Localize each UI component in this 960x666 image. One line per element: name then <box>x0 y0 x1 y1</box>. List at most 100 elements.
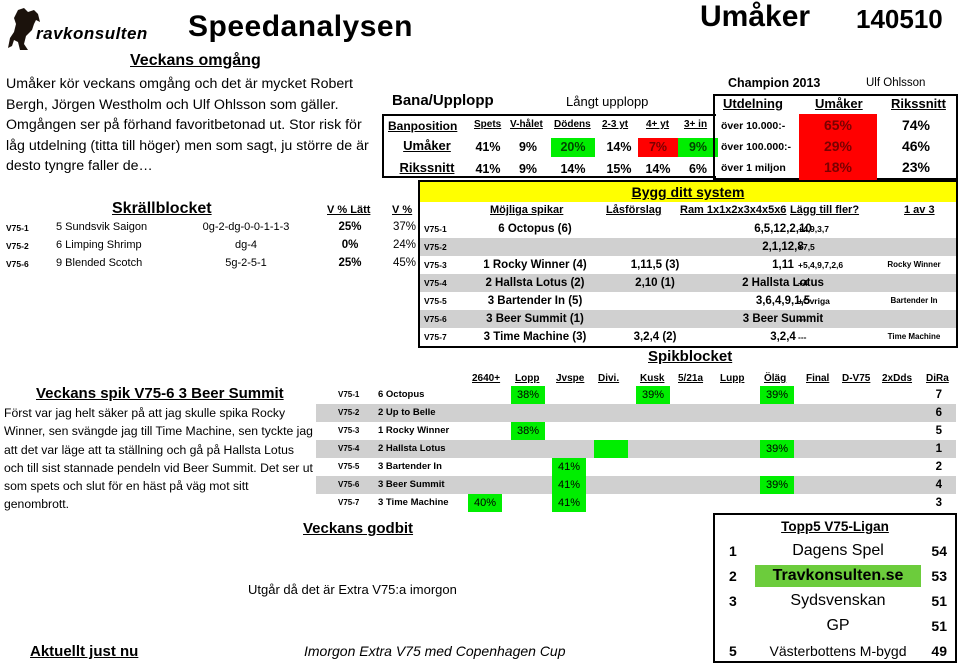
horse-name: 9 Blended Scotch <box>56 257 143 269</box>
row-label-track: Umåker <box>403 138 451 153</box>
league-points: 51 <box>931 618 947 634</box>
horse-name: 2 Hallsta Lotus <box>378 443 446 454</box>
frame-selection: 6,5,12,2,10 <box>754 223 812 235</box>
system-row: V75-1 6 Octopus (6) 6,5,12,2,10 +4,9,3,7 <box>420 220 956 238</box>
col-header: 3+ in <box>684 119 708 130</box>
lock-suggestion: 1,11,5 (3) <box>630 259 680 271</box>
add-more: +7,5 <box>798 242 815 252</box>
race-id: V75-3 <box>424 260 447 270</box>
league-position: 2 <box>729 568 737 584</box>
vlatt-header: V % Lätt <box>327 204 371 216</box>
league-row: 2 Travkonsulten.se 53 <box>715 564 955 588</box>
track-header: Umåker <box>815 96 863 111</box>
league-name: GP <box>826 617 850 634</box>
league-points: 53 <box>931 568 947 584</box>
national-header: Rikssnitt <box>891 96 946 111</box>
national-value: 6% <box>688 162 708 176</box>
horse-name: 6 Limping Shrimp <box>56 239 142 251</box>
skrall-row: V75-2 6 Limping Shrimp dg-4 0% 24% <box>0 239 420 257</box>
bana-label: Bana/Upplopp <box>392 92 494 109</box>
banposition-table: Banposition Spets V-hålet Dödens 2-3 yt … <box>382 114 718 178</box>
spikblock-row: V75-6 3 Beer Summit 41% 39% 4 <box>316 476 956 494</box>
horse-name: 5 Sundsvik Saigon <box>56 221 148 233</box>
veckans-spik-text: Först var jag helt säker på att jag skul… <box>4 406 313 512</box>
system-row: V75-6 3 Beer Summit (1) 3 Beer Summit --- <box>420 310 956 328</box>
race-id: V75-3 <box>338 426 360 435</box>
track-name: Umåker <box>700 0 811 33</box>
race-id: V75-2 <box>6 241 29 251</box>
system-row: V75-2 2,1,12,8 +7,5 <box>420 238 956 256</box>
track-value-highlight-red: 7% <box>638 138 678 157</box>
race-id: V75-1 <box>424 224 447 234</box>
form-line: dg-4 <box>234 239 258 251</box>
league-name: Västerbottens M-bygd <box>769 643 907 659</box>
race-id: V75-4 <box>338 444 360 453</box>
form-line: 5g-2-5-1 <box>225 257 267 269</box>
lock-suggestion: 3,2,4 (2) <box>633 331 677 343</box>
spikblock-col-header: 2640+ <box>472 373 501 384</box>
brand-logo[interactable]: ravkonsulten <box>4 6 174 52</box>
league-row: 5 Västerbottens M-bygd 49 <box>715 639 955 663</box>
horse-name: 3 Time Machine <box>378 497 449 508</box>
godbit-heading: Veckans godbit <box>303 520 414 537</box>
vlatt-value: 25% <box>338 221 362 233</box>
spikblock-row: V75-1 6 Octopus 38% 39% 39% 7 <box>316 386 956 404</box>
frame-selection: 3,6,4,9,1,5 <box>755 295 811 307</box>
v-value: 45% <box>392 257 416 269</box>
possible-spik: 2 Hallsta Lotus (2) <box>485 277 585 289</box>
col-header: 2-3 yt <box>602 119 629 130</box>
national-payout: 74% <box>901 117 931 133</box>
race-id: V75-7 <box>424 332 447 342</box>
horse-name: 3 Bartender In <box>378 461 442 472</box>
ram-header: Ram 1x1x2x3x4x5x6 <box>680 204 787 216</box>
criteria-percent: 41% <box>552 494 586 512</box>
add-more: +Övriga <box>798 296 830 306</box>
league-position: 1 <box>729 543 737 559</box>
rank-value: 3 <box>935 497 942 509</box>
criteria-percent: 40% <box>468 494 502 512</box>
rank-value: 1 <box>935 443 942 455</box>
spikblock-col-header: DiRa <box>926 373 949 384</box>
league-name-highlighted: Travkonsulten.se <box>755 565 921 587</box>
race-id: V75-5 <box>424 296 447 306</box>
bygg-title: Bygg ditt system <box>420 182 956 202</box>
criteria-percent: 41% <box>552 458 586 476</box>
league-position: 3 <box>729 593 737 609</box>
race-id: V75-6 <box>338 480 360 489</box>
spikblock-col-header: Divi. <box>598 373 620 384</box>
national-value: 14% <box>560 162 586 176</box>
add-more: --- <box>798 314 807 324</box>
col-header: Spets <box>474 119 502 130</box>
lock-suggestion: 2,10 (1) <box>635 277 675 289</box>
track-value: 41% <box>475 140 501 154</box>
national-value: 15% <box>606 162 632 176</box>
rank-value: 6 <box>935 407 942 419</box>
one-of-three: Bartender In <box>890 296 938 305</box>
payout-threshold: över 100.000:- <box>721 141 792 153</box>
race-id: V75-5 <box>338 462 360 471</box>
league-name: Sydsvenskan <box>790 592 886 609</box>
race-id: V75-6 <box>424 314 447 324</box>
system-row: V75-4 2 Hallsta Lotus (2) 2,10 (1) 2 Hallst… <box>420 274 956 292</box>
intro-heading: Veckans omgång <box>130 52 261 69</box>
skrall-row: V75-6 9 Blended Scotch 5g-2-5-1 25% 45% <box>0 257 420 275</box>
race-id: V75-2 <box>338 408 360 417</box>
criteria-percent <box>594 440 628 458</box>
league-position: 5 <box>729 643 737 659</box>
skrall-row: V75-1 5 Sundsvik Saigon 0g-2-dg-0-0-1-1-3 2… <box>0 221 420 239</box>
league-row: 3 Sydsvenskan 51 <box>715 589 955 613</box>
vlatt-value: 25% <box>338 257 362 269</box>
spikblock-row: V75-5 3 Bartender In 41% 2 <box>316 458 956 476</box>
criteria-percent: 39% <box>636 386 670 404</box>
race-id: V75-1 <box>6 223 29 233</box>
system-row: V75-7 3 Time Machine (3) 3,2,4 (2) 3,2,4 ---… <box>420 328 956 346</box>
add-more: +4,9,3,7 <box>798 224 829 234</box>
payout-threshold: över 1 miljon <box>721 162 786 174</box>
one-of-three: Rocky Winner <box>887 260 941 269</box>
race-id: V75-7 <box>338 498 360 507</box>
horse-name: 6 Octopus <box>378 389 425 400</box>
topp5-table: Topp5 V75-Ligan 1 Dagens Spel 54 2 Travkonsu… <box>713 513 957 663</box>
national-value: 41% <box>475 162 501 176</box>
horse-name: 1 Rocky Winner <box>378 425 450 436</box>
criteria-percent: 38% <box>511 422 545 440</box>
